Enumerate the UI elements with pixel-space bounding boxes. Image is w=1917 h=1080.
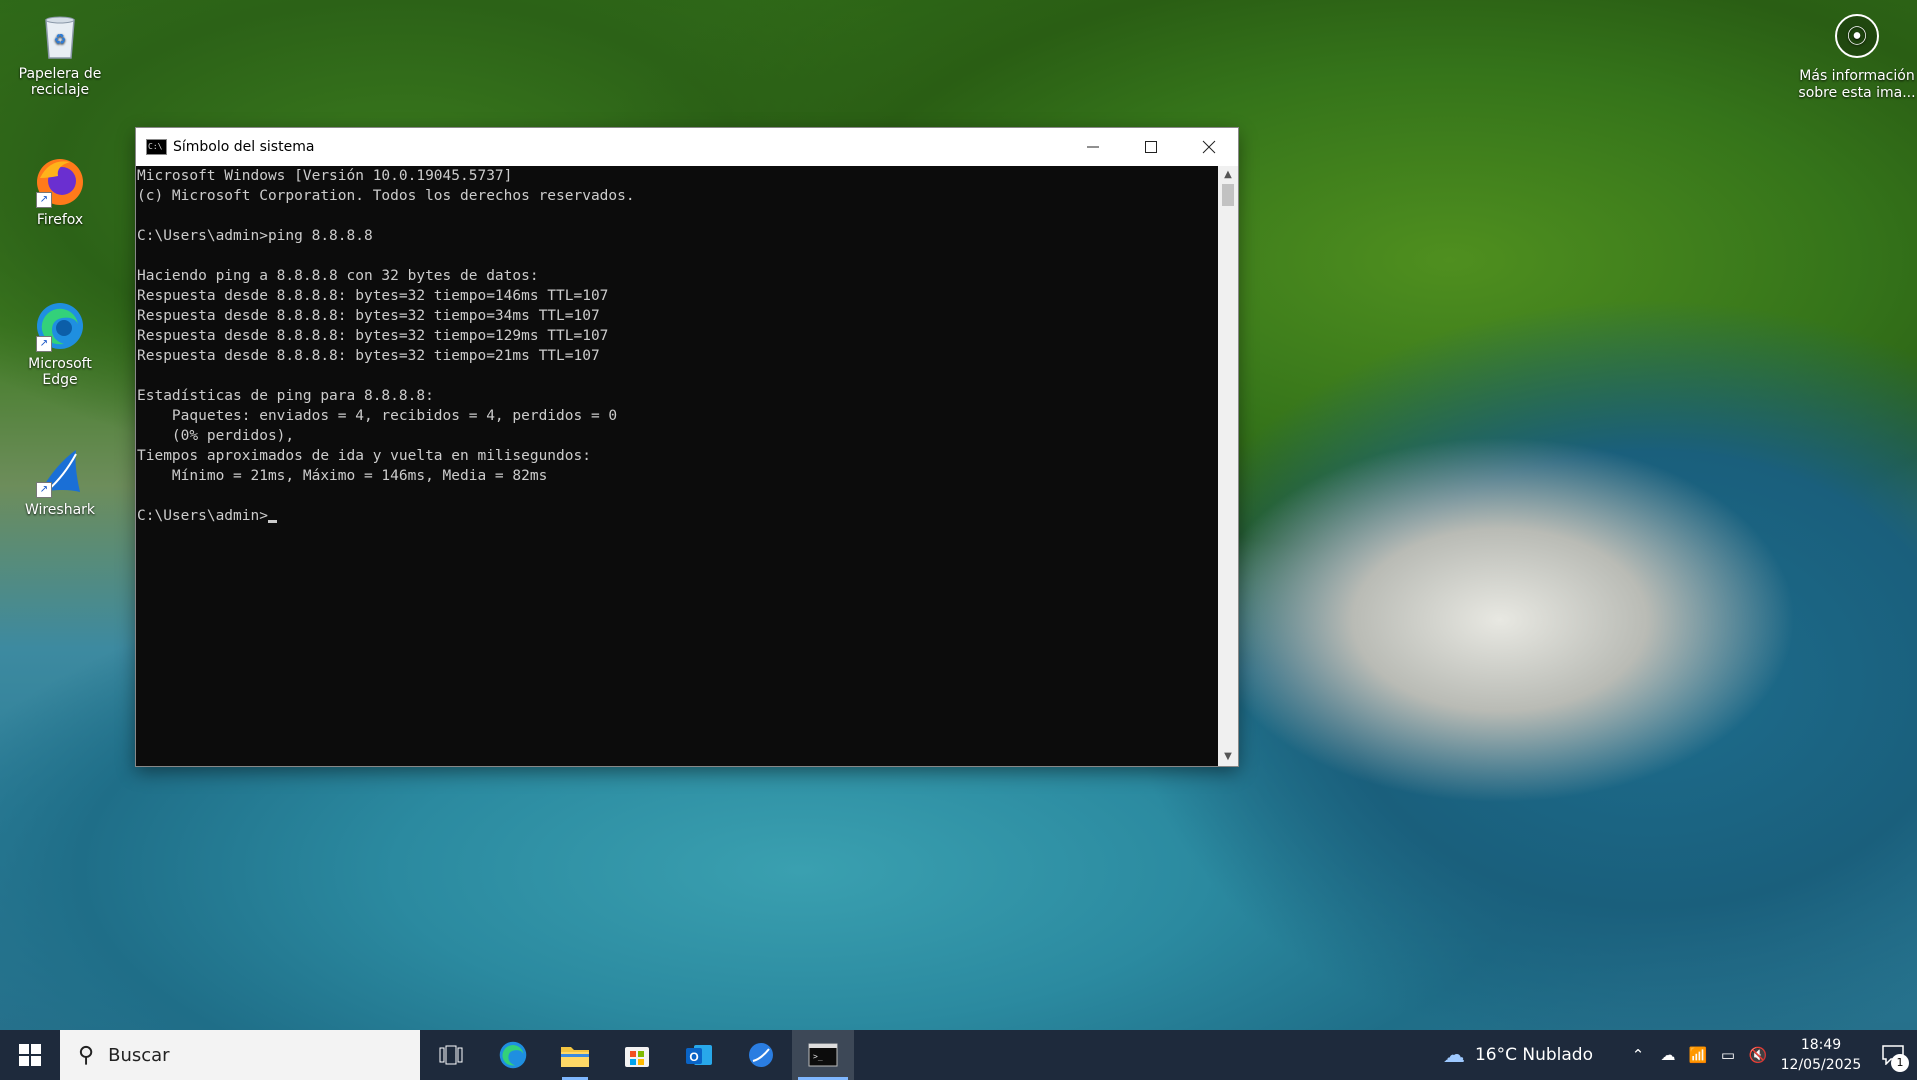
wireshark-icon <box>749 1043 773 1067</box>
desktop-icon-label: Wireshark <box>24 502 96 518</box>
notification-count-badge: 1 <box>1891 1054 1909 1072</box>
minimize-button[interactable] <box>1064 128 1122 166</box>
edge-icon <box>499 1041 527 1069</box>
minimize-icon <box>1087 146 1099 148</box>
window-title: Símbolo del sistema <box>173 139 315 155</box>
svg-text:O: O <box>689 1050 698 1064</box>
taskbar: ⚲ Buscar O >_ ☁ 16°C Nublado ⌃ ☁ 📶 ▭ 🔇 1… <box>0 1030 1917 1080</box>
svg-text:>_: >_ <box>813 1052 823 1061</box>
maximize-icon <box>1145 141 1157 153</box>
image-info-label: Más información sobre esta ima... <box>1798 68 1916 101</box>
edge-icon: ↗ <box>34 300 86 352</box>
scroll-down-arrow-icon[interactable]: ▼ <box>1218 748 1238 766</box>
text-cursor <box>267 520 277 523</box>
desktop-icon-label: Papelera de reciclaje <box>18 66 102 98</box>
onedrive-offline-icon[interactable]: ☁ <box>1653 1046 1683 1064</box>
volume-muted-icon[interactable]: 🔇 <box>1743 1046 1773 1064</box>
camera-info-icon: ⦿ <box>1835 14 1879 58</box>
vertical-scrollbar[interactable]: ▲ ▼ <box>1218 166 1238 766</box>
cmd-icon: C:\ <box>146 139 167 155</box>
console-text: Microsoft Windows [Versión 10.0.19045.57… <box>137 168 635 524</box>
taskbar-store[interactable] <box>606 1030 668 1080</box>
task-view-icon <box>439 1045 463 1065</box>
wireshark-icon: ↗ <box>34 446 86 498</box>
system-tray: ☁ 16°C Nublado ⌃ ☁ 📶 ▭ 🔇 18:49 12/05/202… <box>1443 1030 1917 1080</box>
taskbar-file-explorer[interactable] <box>544 1030 606 1080</box>
maximize-button[interactable] <box>1122 128 1180 166</box>
taskbar-outlook[interactable]: O <box>668 1030 730 1080</box>
cmd-icon: >_ <box>808 1043 838 1067</box>
close-button[interactable] <box>1180 128 1238 166</box>
search-icon: ⚲ <box>78 1042 95 1068</box>
desktop-icon-wireshark[interactable]: ↗ Wireshark <box>10 446 110 518</box>
firefox-icon: ↗ <box>34 156 86 208</box>
show-hidden-icons-chevron-icon[interactable]: ⌃ <box>1623 1046 1653 1064</box>
console-output[interactable]: Microsoft Windows [Versión 10.0.19045.57… <box>136 166 1218 766</box>
network-icon[interactable]: 📶 <box>1683 1046 1713 1064</box>
desktop-icon-edge[interactable]: ↗ Microsoft Edge <box>10 300 110 388</box>
desktop-icon-label: Microsoft Edge <box>28 356 92 388</box>
weather-widget[interactable]: 16°C Nublado <box>1475 1045 1593 1065</box>
notification-center-button[interactable]: 1 <box>1869 1030 1917 1080</box>
desktop-icon-recycle-bin[interactable]: ♻ Papelera de reciclaje <box>10 10 110 98</box>
scroll-thumb[interactable] <box>1222 184 1234 206</box>
battery-icon[interactable]: ▭ <box>1713 1046 1743 1064</box>
clock-date: 12/05/2025 <box>1780 1057 1862 1073</box>
search-placeholder: Buscar <box>108 1044 170 1066</box>
windows-logo-icon <box>19 1044 41 1066</box>
taskbar-search-box[interactable]: ⚲ Buscar <box>60 1030 420 1080</box>
shortcut-arrow-icon: ↗ <box>36 482 52 498</box>
svg-text:♻: ♻ <box>54 32 67 48</box>
outlook-icon: O <box>686 1045 712 1065</box>
taskbar-edge[interactable] <box>482 1030 544 1080</box>
image-info-button[interactable]: ⦿ Más información sobre esta ima... <box>1797 14 1917 102</box>
shortcut-arrow-icon: ↗ <box>36 336 52 352</box>
taskbar-cmd[interactable]: >_ <box>792 1030 854 1080</box>
desktop-icon-label: Firefox <box>36 212 84 228</box>
taskbar-wireshark[interactable] <box>730 1030 792 1080</box>
command-prompt-window[interactable]: C:\ Símbolo del sistema Microsoft Window… <box>136 128 1238 766</box>
cloud-icon: ☁ <box>1442 1042 1465 1068</box>
clock[interactable]: 18:49 12/05/2025 <box>1773 1035 1869 1075</box>
start-button[interactable] <box>0 1030 60 1080</box>
clock-time: 18:49 <box>1800 1037 1842 1053</box>
window-titlebar[interactable]: C:\ Símbolo del sistema <box>136 128 1238 166</box>
store-icon <box>625 1047 649 1067</box>
file-explorer-icon <box>561 1047 589 1067</box>
recycle-bin-icon: ♻ <box>34 10 86 62</box>
scroll-up-arrow-icon[interactable]: ▲ <box>1218 166 1238 184</box>
desktop-icon-firefox[interactable]: ↗ Firefox <box>10 156 110 228</box>
close-icon <box>1202 140 1216 154</box>
task-view-button[interactable] <box>420 1030 482 1080</box>
shortcut-arrow-icon: ↗ <box>36 192 52 208</box>
